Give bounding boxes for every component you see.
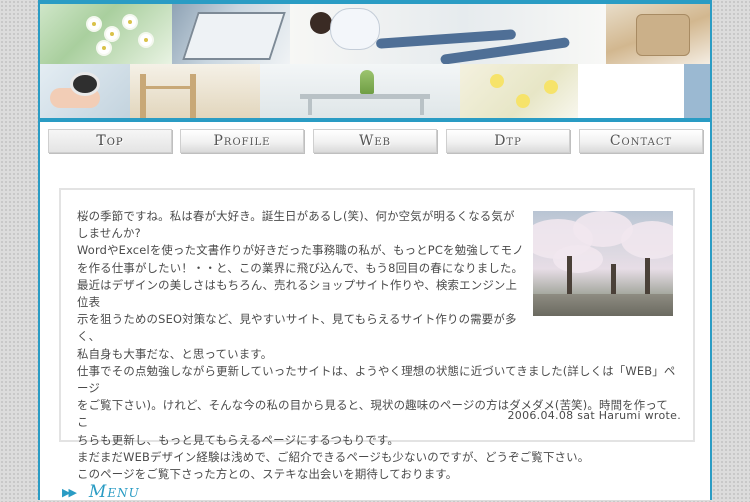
nav-button-profile[interactable]: Profile bbox=[180, 129, 304, 153]
shelf-post bbox=[140, 74, 146, 118]
intro-line: 最近はデザインの美しさはもちろん、売れるショップサイト作りや、検索エンジン上位表 bbox=[77, 277, 518, 310]
flower-decoration bbox=[88, 18, 100, 30]
person-leg-shape bbox=[375, 29, 517, 49]
intro-line: しませんか? bbox=[77, 226, 141, 241]
menu-heading: ▶▶ Menu bbox=[62, 482, 140, 502]
banner-photo-daisies bbox=[460, 64, 578, 118]
person-body-shape bbox=[330, 8, 380, 50]
table-leg-shape bbox=[420, 99, 424, 115]
laptop-shape bbox=[182, 12, 286, 60]
banner-edge-shape bbox=[684, 64, 710, 118]
intro-text: 桜の季節ですね。私は春が大好き。誕生日があるし(笑)、何か空気が明るくなる気が … bbox=[77, 208, 675, 483]
cup-shape bbox=[70, 72, 100, 96]
daisy-shape bbox=[490, 74, 504, 88]
nav-button-top[interactable]: Top bbox=[48, 129, 172, 153]
flower-decoration bbox=[106, 28, 118, 40]
main-navigation: Top Profile Web Dtp Contact bbox=[48, 129, 704, 155]
menu-heading-label: Menu bbox=[88, 482, 140, 502]
banner-photo-blank bbox=[578, 64, 710, 118]
intro-line: このページをご覧下さった方との、ステキな出会いを期待しております。 bbox=[77, 467, 458, 482]
page-container: Top Profile Web Dtp Contact 桜の季節ですね。私は春が… bbox=[38, 0, 712, 502]
intro-line: を作る仕事がしたい！・・と、この業界に飛び込んで、もう8回目の春になりました。 bbox=[77, 260, 524, 275]
intro-line: まだまだWEBデザイン経験は浅めで、ご紹介できるページも少ないのですが、どうぞご… bbox=[77, 449, 590, 464]
banner-photo-shelf bbox=[130, 64, 260, 118]
banner-photo-bag bbox=[606, 4, 710, 64]
intro-line: 桜の季節ですね。私は春が大好き。誕生日があるし(笑)、何か空気が明るくなる気が bbox=[77, 209, 515, 223]
banner-photo-coffee bbox=[40, 64, 130, 118]
cherry-blossom-photo bbox=[533, 211, 673, 316]
intro-line: 示を狙うためのSEO対策など、見やすいサイト、見てもらえるサイト作りの需要が多く… bbox=[77, 312, 517, 344]
intro-line: WordやExcelを使った文書作りが好きだった事務職の私が、もっとPCを勉強し… bbox=[77, 243, 524, 258]
plant-shape bbox=[360, 70, 374, 94]
flower-decoration bbox=[140, 34, 152, 46]
flower-decoration bbox=[98, 42, 110, 54]
post-signature: 2006.04.08 sat Harumi wrote. bbox=[507, 409, 681, 422]
banner-photo-flowers bbox=[40, 4, 172, 64]
nav-button-dtp[interactable]: Dtp bbox=[446, 129, 570, 153]
header-photo-banner bbox=[40, 0, 710, 122]
intro-line: ちらも更新し、もっと見てもらえるページにするつもりです。 bbox=[77, 432, 399, 447]
double-arrow-icon: ▶▶ bbox=[62, 485, 77, 499]
path-ground bbox=[533, 294, 673, 316]
table-leg-shape bbox=[308, 99, 312, 115]
blossom-cluster bbox=[553, 245, 603, 273]
banner-photo-laptop bbox=[172, 4, 290, 64]
blossom-cluster bbox=[621, 221, 673, 259]
table-top-shape bbox=[300, 94, 430, 99]
nav-button-contact[interactable]: Contact bbox=[579, 129, 703, 153]
banner-photo-room bbox=[260, 64, 460, 118]
daisy-shape bbox=[516, 94, 530, 108]
intro-line: 私自身も大事だな、と思っています。 bbox=[77, 346, 273, 361]
intro-content-box: 桜の季節ですね。私は春が大好き。誕生日があるし(笑)、何か空気が明るくなる気が … bbox=[59, 188, 695, 481]
flower-decoration bbox=[124, 16, 136, 28]
shelf-post bbox=[190, 74, 196, 118]
nav-button-web[interactable]: Web bbox=[313, 129, 437, 153]
person-head-shape bbox=[310, 12, 332, 34]
banner-photo-woman bbox=[290, 4, 606, 64]
daisy-shape bbox=[544, 80, 558, 94]
bag-shape bbox=[636, 14, 690, 56]
shelf-board bbox=[140, 86, 196, 89]
intro-line: 仕事でその点勉強しながら更新していったサイトは、ようやく理想の状態に近づいてきま… bbox=[77, 363, 676, 396]
